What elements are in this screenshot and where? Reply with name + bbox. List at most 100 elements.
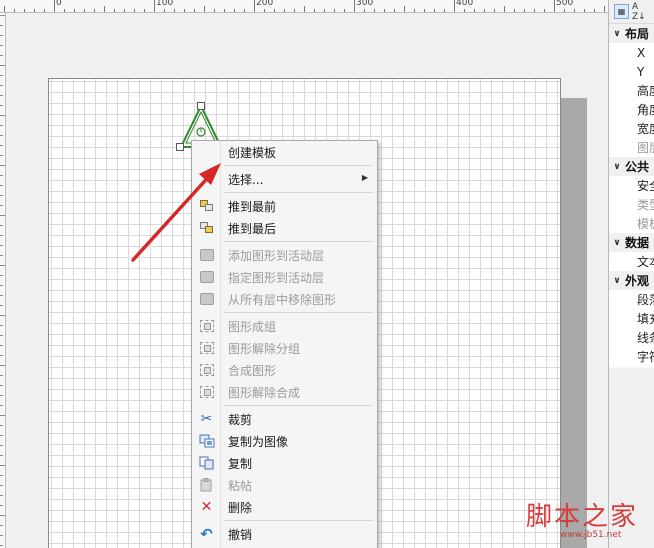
- ruler-tick: [214, 9, 215, 12]
- ruler-tick: [374, 9, 375, 12]
- categorized-icon[interactable]: ▦: [614, 4, 629, 19]
- property-row[interactable]: 模板: [609, 214, 654, 233]
- paste-icon: [198, 477, 215, 493]
- ruler-tick: [44, 9, 45, 12]
- page-shadow: [561, 98, 587, 548]
- ruler-tick: [0, 515, 5, 516]
- ruler-tick: [544, 9, 545, 12]
- ruler-tick: [0, 65, 5, 66]
- ruler-tick: [0, 545, 3, 546]
- property-row[interactable]: 文本: [609, 252, 654, 271]
- property-row[interactable]: 安全: [609, 176, 654, 195]
- property-label: 安全: [637, 179, 654, 193]
- context-menu-item[interactable]: 复制: [192, 452, 377, 474]
- menu-separator: [224, 520, 373, 521]
- property-row[interactable]: 宽度: [609, 119, 654, 138]
- ruler-tick: [0, 365, 5, 366]
- combine-icon: [198, 362, 215, 378]
- property-category[interactable]: ∨ 外观: [609, 271, 654, 290]
- ruler-tick: [0, 525, 3, 526]
- ruler-tick: [0, 395, 3, 396]
- context-menu-item-label: 图形解除分组: [228, 341, 301, 356]
- ruler-tick: [0, 215, 5, 216]
- ruler-tick: [284, 9, 285, 12]
- ruler-tick: [0, 385, 3, 386]
- property-row[interactable]: 角度: [609, 100, 654, 119]
- ruler-tick: [0, 195, 3, 196]
- ruler-tick: [574, 9, 575, 12]
- context-menu-item: 图形解除分组: [192, 337, 377, 359]
- ruler-tick: [0, 375, 3, 376]
- ruler-tick: [0, 105, 3, 106]
- property-row[interactable]: Y: [609, 62, 654, 81]
- ruler-tick: [364, 9, 365, 12]
- ruler-tick: [0, 155, 3, 156]
- ruler-tick: [494, 9, 495, 12]
- ruler-tick: [414, 9, 415, 12]
- ruler-tick: [534, 9, 535, 12]
- scissors-icon: ✂: [200, 411, 213, 427]
- ruler-tick: [14, 9, 15, 12]
- ruler-tick: [0, 535, 3, 536]
- context-menu-item[interactable]: ✕ 删除: [192, 496, 377, 518]
- ruler-tick: [54, 0, 55, 12]
- context-menu-item[interactable]: ↶ 撤销: [192, 523, 377, 545]
- selection-handle-top[interactable]: [197, 102, 205, 110]
- ruler-tick: [174, 9, 175, 12]
- ruler-tick: [0, 115, 5, 116]
- chevron-down-icon[interactable]: ∨: [609, 29, 625, 39]
- property-label: 高度: [637, 84, 654, 98]
- property-label: 角度: [637, 103, 654, 117]
- ruler-tick: [384, 9, 385, 12]
- ruler-tick: [444, 9, 445, 12]
- context-menu-item: 图形成组: [192, 315, 377, 337]
- ruler-label: 300: [356, 0, 374, 8]
- property-category-label: 数据: [625, 236, 650, 250]
- ungroup-icon: [198, 340, 215, 356]
- ruler-tick: [84, 9, 85, 12]
- ruler-tick: [554, 0, 555, 12]
- ruler-tick: [0, 45, 3, 46]
- property-row[interactable]: X: [609, 43, 654, 62]
- context-menu-item: 图形解除合成: [192, 381, 377, 403]
- ruler-tick: [0, 275, 3, 276]
- layer-assign-icon: [198, 269, 215, 285]
- chevron-down-icon[interactable]: ∨: [609, 276, 625, 286]
- context-menu-item[interactable]: ✂ 裁剪: [192, 408, 377, 430]
- ruler-tick: [344, 9, 345, 12]
- ruler-tick: [0, 25, 3, 26]
- context-menu-item-label: 从所有层中移除图形: [228, 292, 337, 307]
- ruler-tick: [144, 9, 145, 12]
- property-label: X: [637, 45, 646, 60]
- ruler-tick: [274, 9, 275, 12]
- ruler-tick: [74, 9, 75, 12]
- property-row[interactable]: 字符: [609, 347, 654, 366]
- property-row[interactable]: 填充: [609, 309, 654, 328]
- ruler-tick: [294, 9, 295, 12]
- property-row[interactable]: 高度: [609, 81, 654, 100]
- chevron-down-icon[interactable]: ∨: [609, 238, 625, 248]
- property-row[interactable]: 类型: [609, 195, 654, 214]
- context-menu-item-label: 图形成组: [228, 319, 277, 334]
- property-label: Y: [637, 64, 645, 79]
- property-row[interactable]: 线条: [609, 328, 654, 347]
- chevron-down-icon[interactable]: ∨: [609, 162, 625, 172]
- context-menu-item-label: 裁剪: [228, 412, 253, 427]
- ruler-tick: [24, 9, 25, 12]
- ruler-tick: [244, 9, 245, 12]
- ruler-tick: [514, 9, 515, 12]
- property-row[interactable]: 段落: [609, 290, 654, 309]
- context-menu-item-label: 指定图形到活动层: [228, 270, 325, 285]
- property-label: 字符: [637, 350, 654, 364]
- property-category[interactable]: ∨ 布局: [609, 24, 654, 43]
- property-category[interactable]: ∨ 公共: [609, 157, 654, 176]
- submenu-arrow-icon: ▶: [361, 173, 368, 182]
- ruler-tick: [0, 95, 3, 96]
- context-menu-item[interactable]: 复制为图像: [192, 430, 377, 452]
- alphabetical-sort-icon[interactable]: A Z↓: [632, 2, 647, 22]
- ruler-tick: [564, 9, 565, 12]
- property-row[interactable]: 图层: [609, 138, 654, 157]
- undo-icon: ↶: [200, 525, 213, 543]
- ruler-tick: [104, 6, 105, 12]
- property-category[interactable]: ∨ 数据: [609, 233, 654, 252]
